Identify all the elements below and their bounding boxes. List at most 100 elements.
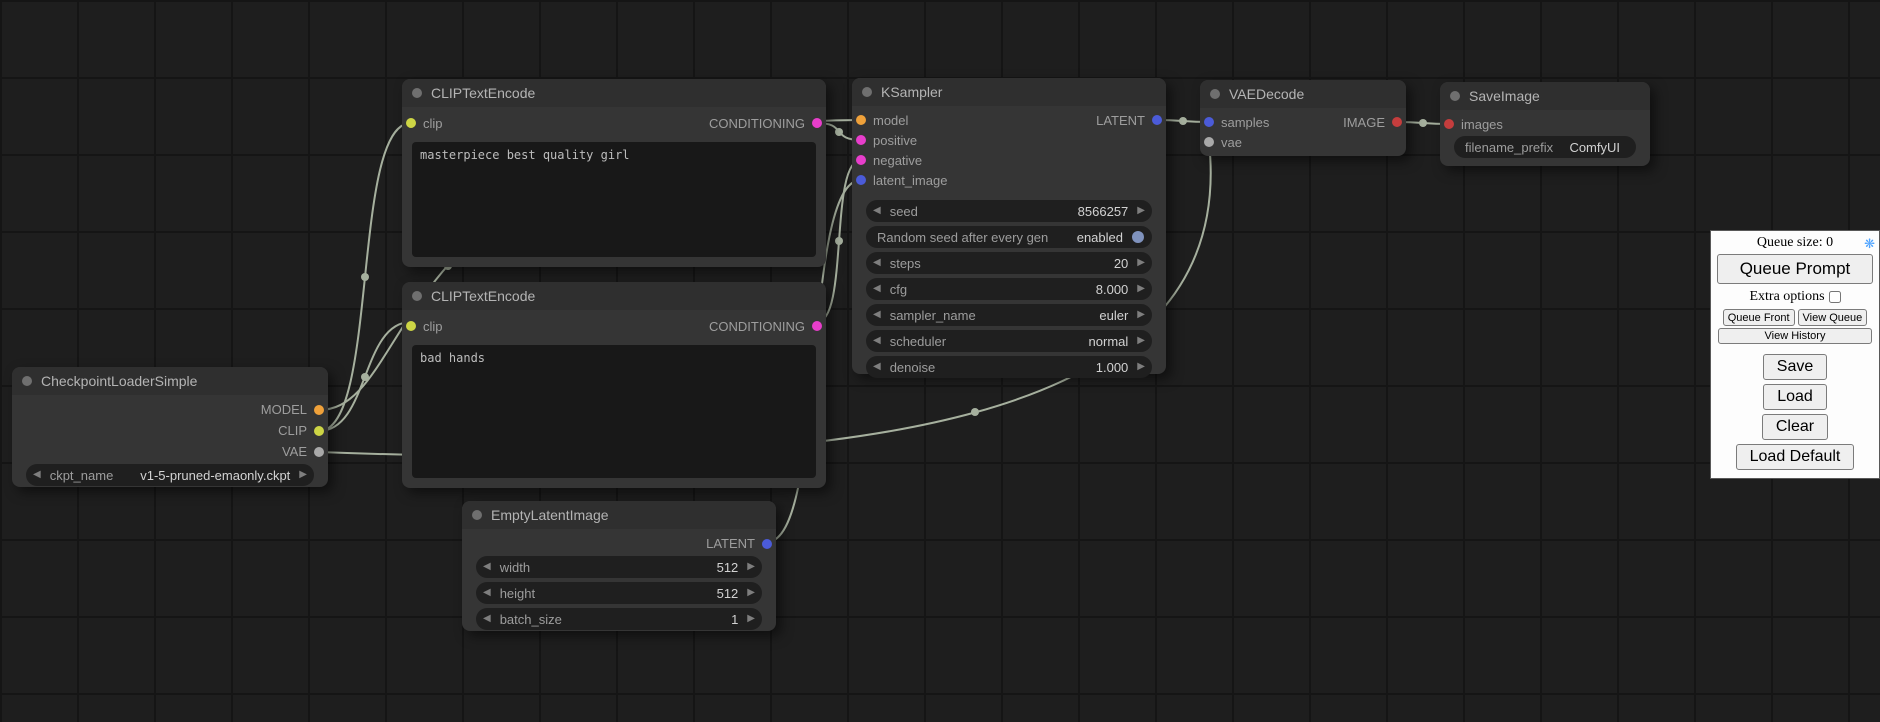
collapse-dot-icon[interactable] — [1450, 91, 1460, 101]
slot-label: LATENT — [1096, 113, 1145, 128]
node-empty-latent-image[interactable]: EmptyLatentImage LATENT ◀ width 512 ▶ ◀ … — [462, 501, 776, 631]
load-default-button[interactable]: Load Default — [1736, 444, 1855, 470]
decrement-arrow-icon[interactable]: ◀ — [873, 206, 881, 216]
collapse-dot-icon[interactable] — [412, 291, 422, 301]
increment-arrow-icon[interactable]: ▶ — [747, 614, 755, 624]
decrement-arrow-icon[interactable]: ◀ — [483, 588, 491, 598]
node-checkpoint-loader[interactable]: CheckpointLoaderSimple MODEL CLIP VAE — [12, 367, 328, 487]
increment-arrow-icon[interactable]: ▶ — [1137, 336, 1145, 346]
prompt-text-input[interactable]: bad hands — [412, 345, 816, 478]
latent-image-input-slot[interactable] — [856, 175, 866, 185]
clip-input-slot[interactable] — [406, 118, 416, 128]
view-queue-button[interactable]: View Queue — [1798, 309, 1868, 326]
negative-input-slot[interactable] — [856, 155, 866, 165]
extra-options-label: Extra options — [1749, 289, 1824, 305]
collapse-dot-icon[interactable] — [412, 88, 422, 98]
node-title-bar[interactable]: CheckpointLoaderSimple — [12, 367, 328, 395]
increment-arrow-icon[interactable]: ▶ — [747, 562, 755, 572]
node-vae-decode[interactable]: VAEDecode samples IMAGE vae — [1200, 80, 1406, 156]
increment-arrow-icon[interactable]: ▶ — [1137, 362, 1145, 372]
model-output-slot[interactable] — [314, 405, 324, 415]
height-widget[interactable]: ◀ height 512 ▶ — [476, 582, 762, 604]
denoise-widget[interactable]: ◀ denoise 1.000 ▶ — [866, 356, 1152, 378]
seed-widget[interactable]: ◀ seed 8566257 ▶ — [866, 200, 1152, 222]
link-midpoint-dot — [971, 408, 979, 416]
increment-arrow-icon[interactable]: ▶ — [747, 588, 755, 598]
decrement-arrow-icon[interactable]: ◀ — [873, 284, 881, 294]
collapse-dot-icon[interactable] — [1210, 89, 1220, 99]
queue-front-button[interactable]: Queue Front — [1723, 309, 1795, 326]
latent-output-slot[interactable] — [1152, 115, 1162, 125]
link-midpoint-dot — [361, 273, 369, 281]
slot-label: model — [873, 113, 908, 128]
ckpt-name-widget[interactable]: ◀ ckpt_name v1-5-pruned-emaonly.ckpt ▶ — [26, 464, 314, 486]
decrement-arrow-icon[interactable]: ◀ — [873, 258, 881, 268]
model-input-slot[interactable] — [856, 115, 866, 125]
node-title-bar[interactable]: VAEDecode — [1200, 80, 1406, 108]
slot-label: LATENT — [706, 536, 755, 551]
clip-input-slot[interactable] — [406, 321, 416, 331]
node-clip-text-encode-negative[interactable]: CLIPTextEncode clip CONDITIONING bad han… — [402, 282, 826, 488]
toggle-on-icon[interactable] — [1132, 231, 1144, 243]
node-title-bar[interactable]: SaveImage — [1440, 82, 1650, 110]
increment-arrow-icon[interactable]: ▶ — [1137, 284, 1145, 294]
batch-size-widget[interactable]: ◀ batch_size 1 ▶ — [476, 608, 762, 630]
node-ksampler[interactable]: KSampler model LATENT positive — [852, 78, 1166, 374]
decrement-arrow-icon[interactable]: ◀ — [483, 562, 491, 572]
width-widget[interactable]: ◀ width 512 ▶ — [476, 556, 762, 578]
link-midpoint-dot — [835, 128, 843, 136]
vae-input-slot[interactable] — [1204, 137, 1214, 147]
node-clip-text-encode-positive[interactable]: CLIPTextEncode clip CONDITIONING masterp… — [402, 79, 826, 267]
decrement-arrow-icon[interactable]: ◀ — [873, 310, 881, 320]
random-seed-toggle[interactable]: Random seed after every gen enabled — [866, 226, 1152, 248]
decrement-arrow-icon[interactable]: ◀ — [873, 336, 881, 346]
vae-output-slot[interactable] — [314, 447, 324, 457]
settings-gear-icon[interactable]: ❋ — [1864, 235, 1875, 253]
scheduler-widget[interactable]: ◀ scheduler normal ▶ — [866, 330, 1152, 352]
conditioning-output-slot[interactable] — [812, 118, 822, 128]
images-input-slot[interactable] — [1444, 119, 1454, 129]
collapse-dot-icon[interactable] — [862, 87, 872, 97]
queue-prompt-button[interactable]: Queue Prompt — [1717, 254, 1874, 284]
node-save-image[interactable]: SaveImage images filename_prefix ComfyUI — [1440, 82, 1650, 166]
latent-output-slot[interactable] — [762, 539, 772, 549]
node-title-bar[interactable]: KSampler — [852, 78, 1166, 106]
graph-canvas[interactable]: CheckpointLoaderSimple MODEL CLIP VAE — [0, 0, 1880, 722]
samples-input-slot[interactable] — [1204, 117, 1214, 127]
node-title-bar[interactable]: CLIPTextEncode — [402, 79, 826, 107]
slot-label: images — [1461, 117, 1503, 132]
clear-button[interactable]: Clear — [1762, 414, 1828, 440]
slot-label: IMAGE — [1343, 115, 1385, 130]
decrement-arrow-icon[interactable]: ◀ — [483, 614, 491, 624]
clip-output-slot[interactable] — [314, 426, 324, 436]
conditioning-output-slot[interactable] — [812, 321, 822, 331]
node-title-bar[interactable]: EmptyLatentImage — [462, 501, 776, 529]
load-button[interactable]: Load — [1763, 384, 1827, 410]
steps-widget[interactable]: ◀ steps 20 ▶ — [866, 252, 1152, 274]
extra-options-checkbox[interactable] — [1829, 291, 1841, 303]
slot-label: MODEL — [261, 402, 307, 417]
slot-label: negative — [873, 153, 922, 168]
slot-label: CONDITIONING — [709, 116, 805, 131]
cfg-widget[interactable]: ◀ cfg 8.000 ▶ — [866, 278, 1152, 300]
image-output-slot[interactable] — [1392, 117, 1402, 127]
decrement-arrow-icon[interactable]: ◀ — [873, 362, 881, 372]
increment-arrow-icon[interactable]: ▶ — [1137, 310, 1145, 320]
node-title: SaveImage — [1469, 88, 1540, 104]
save-button[interactable]: Save — [1763, 354, 1827, 380]
node-title-bar[interactable]: CLIPTextEncode — [402, 282, 826, 310]
increment-arrow-icon[interactable]: ▶ — [1137, 206, 1145, 216]
slot-label: CONDITIONING — [709, 319, 805, 334]
increment-arrow-icon[interactable]: ▶ — [299, 470, 307, 480]
prompt-text-input[interactable]: masterpiece best quality girl — [412, 142, 816, 257]
sampler-name-widget[interactable]: ◀ sampler_name euler ▶ — [866, 304, 1152, 326]
decrement-arrow-icon[interactable]: ◀ — [33, 470, 41, 480]
link-midpoint-dot — [1179, 117, 1187, 125]
view-history-button[interactable]: View History — [1718, 328, 1872, 344]
filename-prefix-widget[interactable]: filename_prefix ComfyUI — [1454, 136, 1636, 158]
positive-input-slot[interactable] — [856, 135, 866, 145]
collapse-dot-icon[interactable] — [472, 510, 482, 520]
collapse-dot-icon[interactable] — [22, 376, 32, 386]
increment-arrow-icon[interactable]: ▶ — [1137, 258, 1145, 268]
node-title: CLIPTextEncode — [431, 85, 535, 101]
